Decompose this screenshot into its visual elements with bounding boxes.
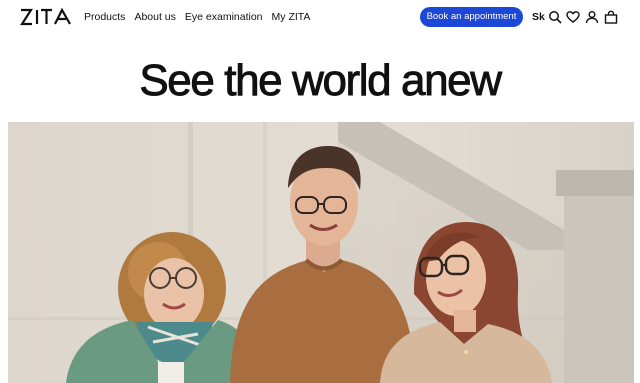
user-icon[interactable] (585, 10, 599, 24)
nav-item-my-zita[interactable]: My ZITA (272, 11, 311, 24)
zita-logo[interactable] (20, 8, 72, 26)
nav-item-about-us[interactable]: About us (134, 11, 175, 24)
heart-icon[interactable] (566, 10, 580, 24)
nav-item-products[interactable]: Products (84, 11, 125, 24)
main-nav: Products About us Eye examination My ZIT… (84, 11, 310, 24)
search-icon[interactable] (548, 10, 562, 24)
site-header: Products About us Eye examination My ZIT… (0, 0, 640, 36)
language-switch[interactable]: Sk (532, 11, 545, 24)
nav-item-eye-examination[interactable]: Eye examination (185, 11, 263, 24)
hero-photo (8, 122, 634, 383)
book-appointment-button[interactable]: Book an appointment (420, 7, 523, 27)
page-headline: See the world anew (139, 56, 503, 106)
shopping-bag-icon[interactable] (604, 10, 618, 24)
